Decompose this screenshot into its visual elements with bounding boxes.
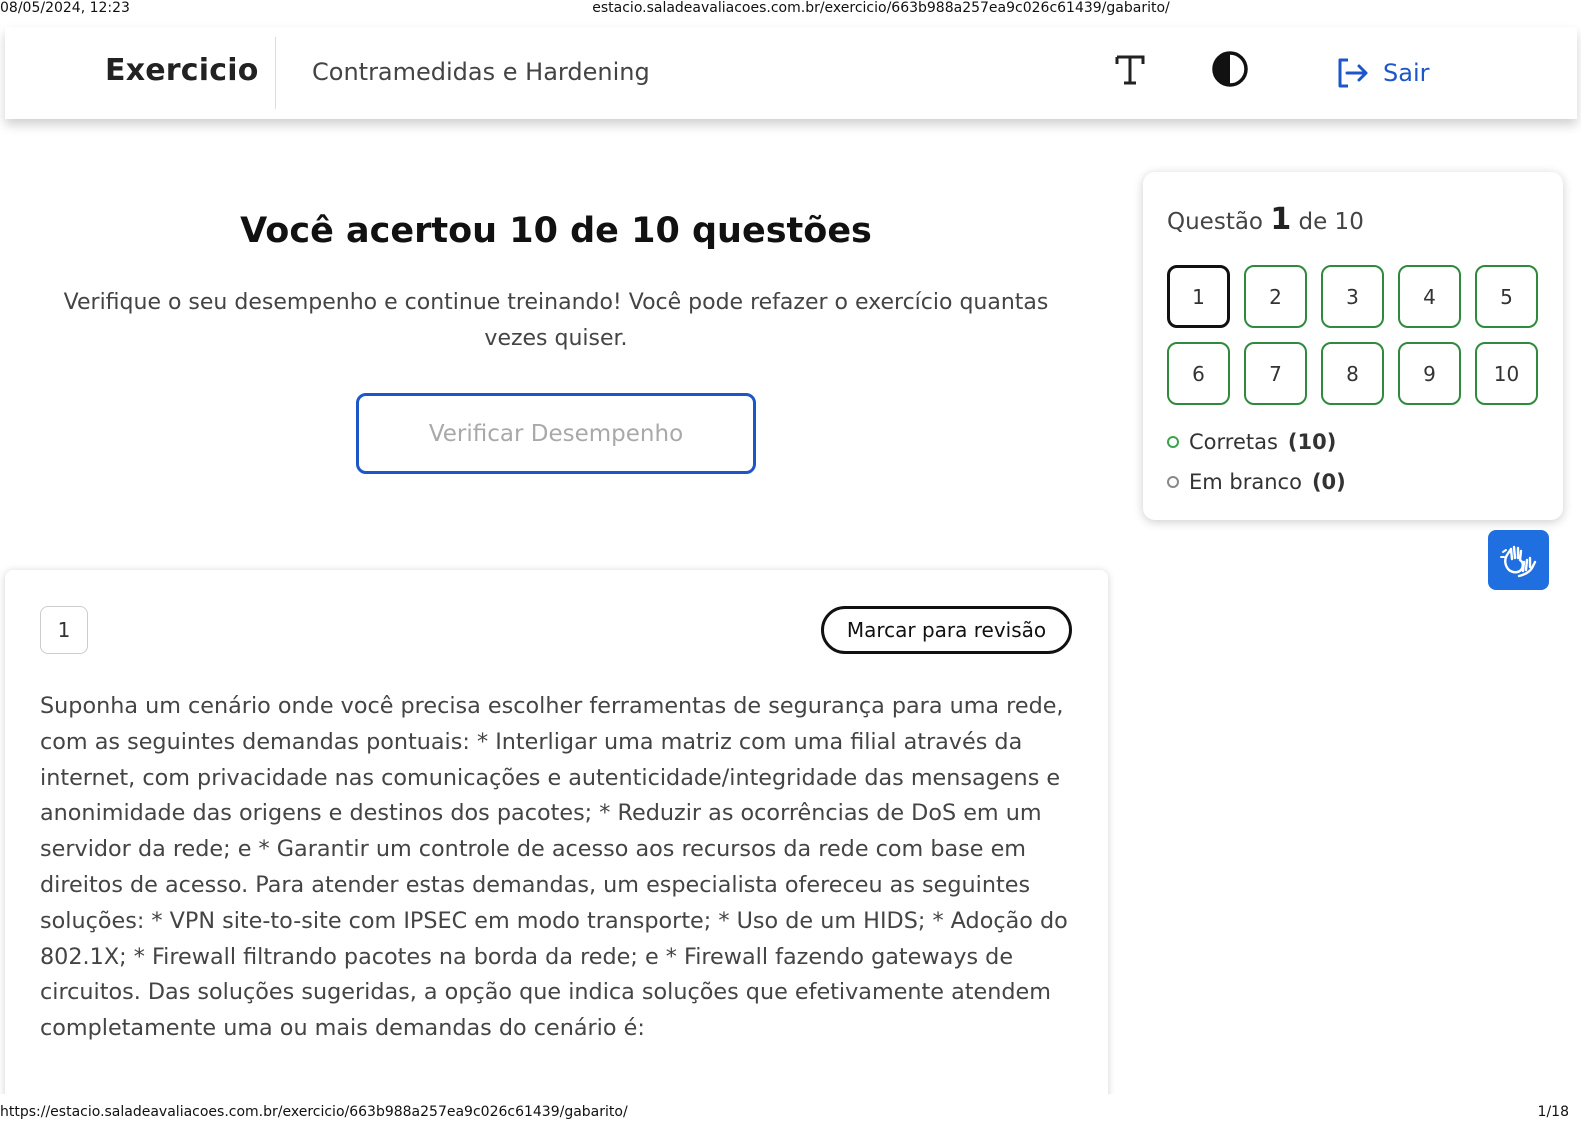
sign-language-button[interactable] bbox=[1488, 530, 1549, 590]
font-size-icon bbox=[1115, 55, 1145, 85]
sign-language-hands-icon bbox=[1499, 545, 1536, 578]
print-url-bottom: https://estacio.saladeavaliacoes.com.br/… bbox=[0, 1104, 628, 1120]
logout-button[interactable]: Sair bbox=[1335, 53, 1429, 93]
correct-dot-icon bbox=[1167, 436, 1179, 448]
exercise-subject: Contramedidas e Hardening bbox=[312, 58, 650, 86]
question-button-5[interactable]: 5 bbox=[1475, 265, 1538, 328]
verify-performance-button[interactable]: Verificar Desempenho bbox=[356, 393, 756, 474]
print-header: 08/05/2024, 12:23 estacio.saladeavaliaco… bbox=[0, 0, 1581, 16]
print-page-number: 1/18 bbox=[1537, 1104, 1569, 1120]
top-app-bar: Exercicio Contramedidas e Hardening Sair bbox=[5, 27, 1577, 119]
question-button-9[interactable]: 9 bbox=[1398, 342, 1461, 405]
navigator-prefix: Questão bbox=[1167, 209, 1263, 235]
question-button-10[interactable]: 10 bbox=[1475, 342, 1538, 405]
question-button-8[interactable]: 8 bbox=[1321, 342, 1384, 405]
legend-correct-count: (10) bbox=[1287, 430, 1337, 454]
print-footer: https://estacio.saladeavaliacoes.com.br/… bbox=[0, 1104, 1581, 1120]
legend-blank-label: Em branco bbox=[1189, 470, 1302, 494]
question-button-4[interactable]: 4 bbox=[1398, 265, 1461, 328]
logout-label: Sair bbox=[1383, 59, 1430, 87]
brand-title: Exercicio bbox=[105, 53, 259, 88]
logout-icon bbox=[1338, 58, 1368, 88]
result-description: Verifique o seu desempenho e continue tr… bbox=[63, 290, 1049, 351]
question-number: 1 bbox=[40, 606, 88, 654]
question-button-6[interactable]: 6 bbox=[1167, 342, 1230, 405]
blank-dot-icon bbox=[1167, 476, 1179, 488]
question-text: Suponha um cenário onde você precisa esc… bbox=[40, 693, 1068, 1042]
header-divider bbox=[275, 37, 276, 109]
legend-correct: Corretas (10) bbox=[1167, 430, 1336, 454]
question-button-2[interactable]: 2 bbox=[1244, 265, 1307, 328]
legend-blank: Em branco (0) bbox=[1167, 470, 1346, 494]
contrast-icon bbox=[1212, 51, 1248, 87]
question-button-3[interactable]: 3 bbox=[1321, 265, 1384, 328]
print-url-top: estacio.saladeavaliacoes.com.br/exercici… bbox=[592, 0, 1170, 16]
navigator-current: 1 bbox=[1270, 202, 1292, 237]
contrast-button[interactable] bbox=[1210, 49, 1250, 89]
navigator-suffix: de 10 bbox=[1298, 209, 1364, 235]
question-button-1[interactable]: 1 bbox=[1167, 265, 1230, 328]
question-button-7[interactable]: 7 bbox=[1244, 342, 1307, 405]
question-card: 1 Marcar para revisão Suponha um cenário… bbox=[5, 570, 1108, 1130]
legend-blank-count: (0) bbox=[1311, 470, 1346, 494]
font-size-button[interactable] bbox=[1112, 49, 1148, 89]
navigator-title: Questão 1 de 10 bbox=[1167, 202, 1364, 237]
question-navigator: Questão 1 de 10 1 2 3 4 5 6 7 8 9 10 Cor… bbox=[1143, 172, 1563, 520]
result-title: Você acertou 10 de 10 questões bbox=[240, 211, 872, 251]
mark-for-review-button[interactable]: Marcar para revisão bbox=[821, 606, 1072, 654]
question-grid: 1 2 3 4 5 6 7 8 9 10 bbox=[1167, 265, 1538, 405]
legend-correct-label: Corretas bbox=[1189, 430, 1278, 454]
